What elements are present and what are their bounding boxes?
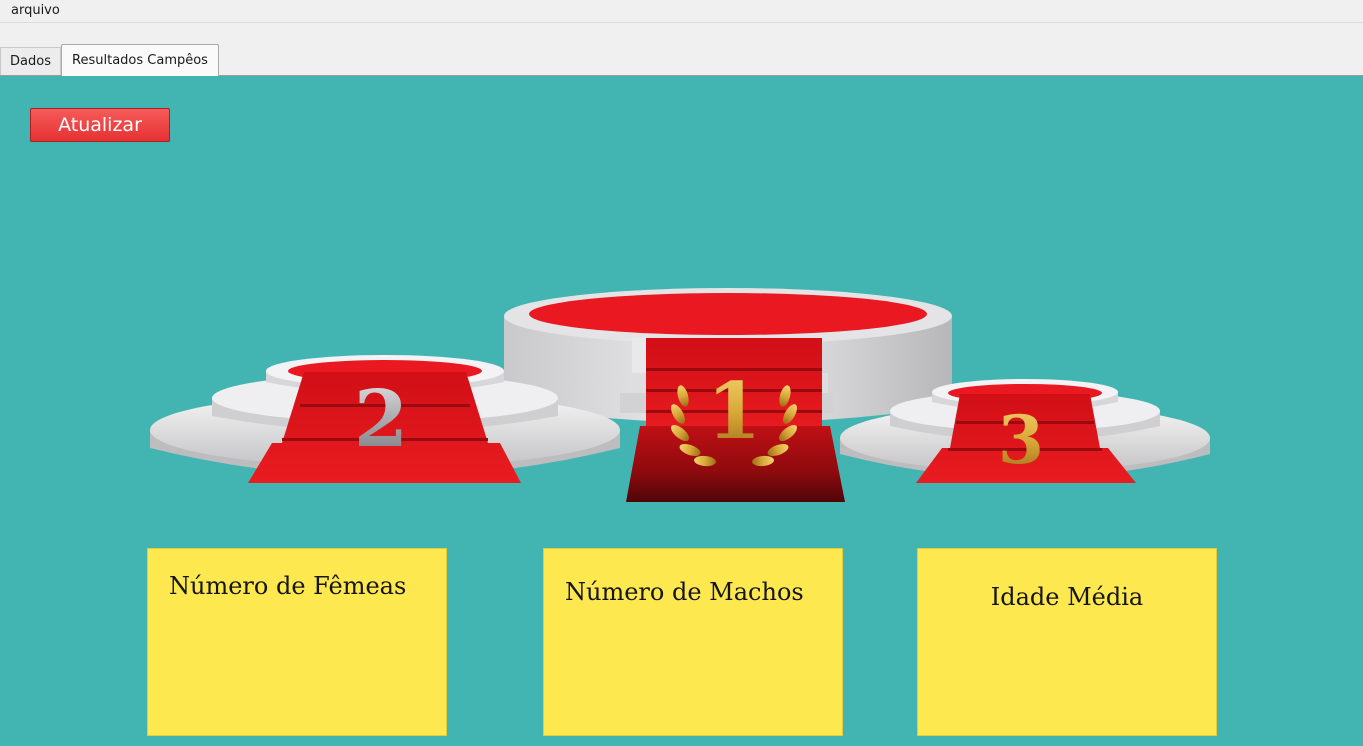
tab-dados[interactable]: Dados [0, 47, 61, 75]
tab-bar: Dados Resultados Campêos [0, 23, 1363, 76]
tab-resultados-campeoes[interactable]: Resultados Campêos [61, 44, 219, 76]
card-idade-media: Idade Média [917, 548, 1217, 736]
card-label-femeas: Número de Fêmeas [169, 572, 407, 600]
card-label-machos: Número de Machos [565, 578, 804, 606]
card-label-idade: Idade Média [990, 583, 1144, 611]
rank-3-label: 3 [998, 401, 1044, 479]
rank-1-label: 1 [707, 366, 761, 457]
rank-2-label: 2 [354, 374, 408, 465]
menu-bar: arquivo [0, 0, 1363, 23]
card-numero-machos: Número de Machos [543, 548, 843, 736]
results-panel: Atualizar 1 2 3 Número de Fêmeas Número … [0, 76, 1363, 746]
menu-arquivo[interactable]: arquivo [4, 0, 67, 22]
card-numero-femeas: Número de Fêmeas [147, 548, 447, 736]
